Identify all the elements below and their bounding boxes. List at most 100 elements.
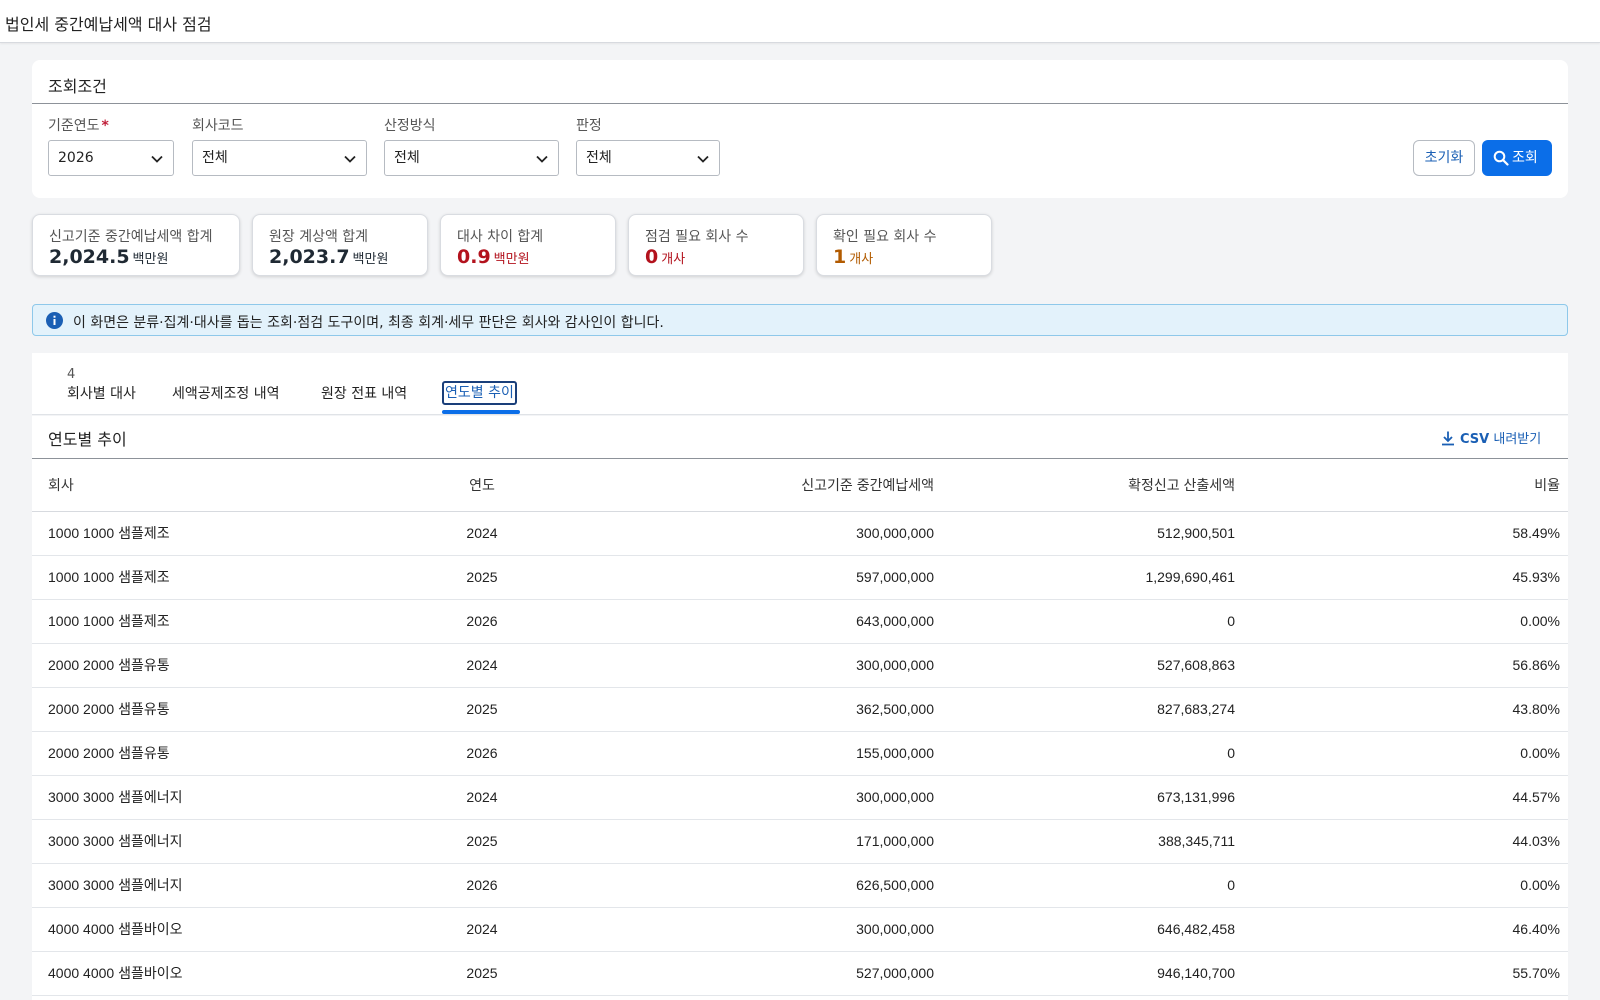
- table-row[interactable]: 4000 4000 샘플바이오 2025 527,000,000 946,140,70…: [32, 951, 1568, 996]
- cell-declared-tax: 626,500,000: [552, 863, 934, 908]
- summary-card-confirm-needed: 확인 필요 회사 수 1 개사: [816, 214, 992, 276]
- chevron-down-icon: [536, 155, 548, 163]
- section-header: 연도별 추이 CSV 내려받기: [32, 416, 1568, 459]
- cell-ratio: 43.80%: [1235, 687, 1568, 732]
- company-select-value: 전체: [202, 150, 228, 166]
- table-row[interactable]: 3000 3000 샘플에너지 2025 171,000,000 388,345,71…: [32, 819, 1568, 864]
- table-row[interactable]: 1000 1000 샘플제조 2026 643,000,000 0 0.00%: [32, 599, 1568, 644]
- cell-declared-tax: 300,000,000: [552, 775, 934, 820]
- cell-company: 1000 1000 샘플제조: [32, 511, 412, 556]
- cell-company: 2000 2000 샘플유통: [32, 731, 412, 776]
- cell-year: 2025: [412, 819, 552, 864]
- table-row[interactable]: 3000 3000 샘플에너지 2024 300,000,000 673,131,99…: [32, 775, 1568, 820]
- table-row[interactable]: 1000 1000 샘플제조 2025 597,000,000 1,299,690,4…: [32, 555, 1568, 600]
- download-icon: [1442, 431, 1454, 446]
- cell-year: 2026: [412, 863, 552, 908]
- cell-company: 1000 1000 샘플제조: [32, 555, 412, 600]
- cell-final-tax: 527,608,863: [934, 643, 1235, 688]
- year-select[interactable]: 2026: [48, 140, 174, 176]
- cell-year: 2024: [412, 907, 552, 952]
- reset-button[interactable]: 초기화: [1413, 140, 1475, 176]
- col-final-tax[interactable]: 확정신고 산출세액: [934, 460, 1235, 512]
- yearly-trend-section: 연도별 추이 CSV 내려받기 회사 연도 신고기준 중간예납세액 확정신고 산…: [32, 416, 1568, 1000]
- col-declared-tax[interactable]: 신고기준 중간예납세액: [552, 460, 934, 512]
- csv-download-button[interactable]: CSV 내려받기: [1440, 428, 1541, 447]
- cell-ratio: 0.00%: [1235, 731, 1568, 776]
- judgment-select[interactable]: 전체: [576, 140, 720, 176]
- cell-ratio: 46.40%: [1235, 907, 1568, 952]
- summary-card-unit: 개사: [661, 252, 686, 267]
- active-tab-indicator: [442, 410, 520, 414]
- table-row[interactable]: 4000 4000 샘플바이오 2024 300,000,000 646,482,45…: [32, 907, 1568, 952]
- cell-final-tax: 0: [934, 731, 1235, 776]
- cell-year: 2024: [412, 643, 552, 688]
- cell-ratio: 44.03%: [1235, 819, 1568, 864]
- company-select[interactable]: 전체: [192, 140, 367, 176]
- table-row[interactable]: 2000 2000 샘플유통 2025 362,500,000 827,683,274…: [32, 687, 1568, 732]
- cell-year: 2025: [412, 951, 552, 996]
- table-row[interactable]: 3000 3000 샘플에너지 2026 626,500,000 0 0.00%: [32, 863, 1568, 908]
- cell-ratio: 45.93%: [1235, 555, 1568, 600]
- cell-company: 2000 2000 샘플유통: [32, 687, 412, 732]
- tab-count: 4: [67, 367, 76, 382]
- cell-year: 2026: [412, 731, 552, 776]
- summary-card-value: 2,024.5: [49, 246, 130, 268]
- cell-final-tax: 388,345,711: [934, 819, 1235, 864]
- cell-year: 2024: [412, 775, 552, 820]
- cell-ratio: 44.57%: [1235, 775, 1568, 820]
- search-button[interactable]: 조회: [1482, 140, 1552, 176]
- cell-year: 2025: [412, 687, 552, 732]
- table-header-row: 회사 연도 신고기준 중간예납세액 확정신고 산출세액 비율: [32, 460, 1568, 512]
- judgment-label: 판정: [576, 118, 602, 134]
- cell-company: 3000 3000 샘플에너지: [32, 775, 412, 820]
- year-label: 기준연도 *: [48, 118, 109, 134]
- method-select[interactable]: 전체: [384, 140, 559, 176]
- summary-card-difference-total: 대사 차이 합계 0.9 백만원: [440, 214, 616, 276]
- cell-ratio: 58.49%: [1235, 511, 1568, 556]
- summary-card-unit: 백만원: [352, 252, 389, 267]
- cell-declared-tax: 171,000,000: [552, 819, 934, 864]
- col-company[interactable]: 회사: [32, 460, 412, 512]
- col-ratio[interactable]: 비율: [1235, 460, 1568, 512]
- top-bar: 법인세 중간예납세액 대사 점검: [0, 0, 1600, 43]
- tab-ledger-vouchers[interactable]: 원장 전표 내역: [321, 383, 407, 403]
- cell-company: 4000 4000 샘플바이오: [32, 951, 412, 996]
- cell-declared-tax: 527,000,000: [552, 951, 934, 996]
- filter-panel: 조회조건 기준연도 * 2026 회사코드 전체 산정방식 전체 판정 전체 초기…: [32, 60, 1568, 198]
- cell-final-tax: 646,482,458: [934, 907, 1235, 952]
- cell-ratio: 55.70%: [1235, 951, 1568, 996]
- cell-year: 2024: [412, 511, 552, 556]
- cell-final-tax: 512,900,501: [934, 511, 1235, 556]
- csv-suffix: 내려받기: [1493, 432, 1542, 447]
- notice-banner: 이 화면은 분류·집계·대사를 돕는 조회·점검 도구이며, 최종 회계·세무 …: [32, 304, 1568, 336]
- summary-card-review-needed: 점검 필요 회사 수 0 개사: [628, 214, 804, 276]
- cell-company: 3000 3000 샘플에너지: [32, 819, 412, 864]
- summary-card-label: 대사 차이 합계: [457, 229, 544, 245]
- required-mark: *: [101, 118, 109, 134]
- search-button-label: 조회: [1512, 150, 1538, 166]
- cell-declared-tax: 155,000,000: [552, 731, 934, 776]
- judgment-select-value: 전체: [586, 150, 612, 166]
- summary-card-unit: 개사: [849, 252, 874, 267]
- table-row[interactable]: 2000 2000 샘플유통 2024 300,000,000 527,608,863…: [32, 643, 1568, 688]
- csv-label: CSV: [1460, 432, 1490, 447]
- tab-tax-credit-adjustment[interactable]: 세액공제조정 내역: [172, 383, 280, 403]
- cell-ratio: 56.86%: [1235, 643, 1568, 688]
- summary-card-label: 신고기준 중간예납세액 합계: [49, 229, 213, 245]
- cell-company: 2000 2000 샘플유통: [32, 643, 412, 688]
- cell-company: 3000 3000 샘플에너지: [32, 863, 412, 908]
- summary-card-label: 점검 필요 회사 수: [645, 229, 749, 245]
- summary-card-value: 0: [645, 246, 659, 268]
- yearly-trend-table: 회사 연도 신고기준 중간예납세액 확정신고 산출세액 비율 1000 1000…: [32, 460, 1568, 996]
- chevron-down-icon: [697, 155, 709, 163]
- divider: [32, 103, 1568, 104]
- tab-yearly-trend[interactable]: 연도별 추이: [442, 381, 517, 405]
- tab-company-reconciliation[interactable]: 회사별 대사: [67, 383, 136, 403]
- summary-card-unit: 백만원: [132, 252, 169, 267]
- year-select-value: 2026: [58, 150, 94, 166]
- table-row[interactable]: 1000 1000 샘플제조 2024 300,000,000 512,900,501…: [32, 511, 1568, 556]
- table-row[interactable]: 2000 2000 샘플유통 2026 155,000,000 0 0.00%: [32, 731, 1568, 776]
- col-year[interactable]: 연도: [412, 460, 552, 512]
- cell-declared-tax: 300,000,000: [552, 643, 934, 688]
- info-icon: [46, 312, 63, 329]
